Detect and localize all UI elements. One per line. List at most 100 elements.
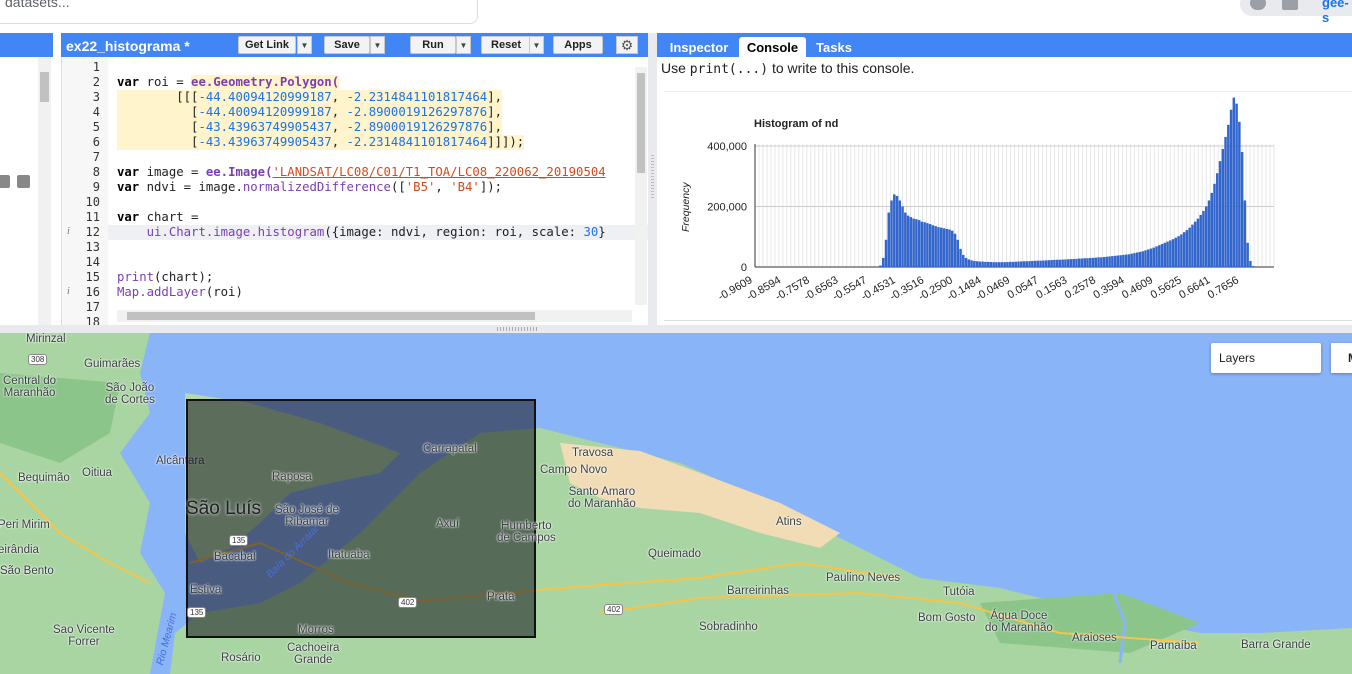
line-number-gutter: 1 2 3 4 5 6 7 8 9 10 11 12 13 14 15 16 1… — [62, 57, 108, 329]
histogram-bar — [956, 239, 960, 267]
histogram-bar — [1077, 258, 1081, 267]
histogram-bar — [923, 222, 926, 267]
map-splitter[interactable] — [0, 325, 1352, 333]
histogram-bar — [1006, 262, 1009, 267]
line-number: 13 — [85, 240, 100, 254]
histogram-bar — [1008, 261, 1012, 267]
scrollbar-thumb[interactable] — [40, 72, 49, 102]
edit-icon[interactable] — [0, 175, 10, 188]
histogram-bar — [901, 206, 904, 267]
chevron-down-icon[interactable]: ▼ — [370, 36, 385, 54]
line-number: 7 — [92, 150, 100, 164]
delete-icon[interactable] — [17, 175, 30, 188]
histogram-bar — [1196, 218, 1200, 267]
histogram-bar — [1210, 192, 1213, 267]
chevron-down-icon[interactable]: ▼ — [456, 36, 471, 54]
splitter-grip-icon[interactable] — [497, 327, 537, 331]
map-label: Campo Novo — [540, 464, 608, 476]
histogram-bar — [1169, 240, 1172, 267]
histogram-bar — [967, 259, 971, 267]
histogram-bar — [1147, 249, 1150, 267]
map-label: Barra Grande — [1241, 639, 1311, 651]
line-number: 15 — [85, 270, 100, 284]
road-badge: 308 — [28, 354, 48, 365]
histogram-bar — [1152, 247, 1156, 267]
histogram-bar — [1180, 234, 1183, 267]
histogram-bar — [895, 195, 899, 267]
code-line-5: [-43.43963749905437, -2.8900019126297876… — [117, 120, 502, 135]
splitter-grip-icon[interactable] — [651, 155, 654, 200]
histogram-bar — [1191, 224, 1194, 267]
apps-button[interactable]: Apps — [553, 36, 603, 54]
map-label: Atins — [776, 516, 802, 528]
code-line-15: print(chart); — [117, 270, 214, 284]
tab-inspector[interactable]: Inspector — [662, 37, 736, 57]
reset-button[interactable]: Reset — [481, 36, 531, 54]
histogram-bar — [1061, 259, 1064, 267]
histogram-bar — [1083, 258, 1087, 267]
chart-title: Histogram of nd — [754, 118, 838, 130]
run-button[interactable]: Run — [410, 36, 456, 54]
map-label: Bacabal — [214, 551, 256, 563]
histogram-bar — [904, 212, 907, 267]
scrollbar-thumb[interactable] — [127, 312, 535, 320]
map-label: Parnaíba — [1150, 640, 1197, 652]
map-label: Axuí — [436, 518, 460, 530]
scripts-scrollbar[interactable] — [38, 57, 51, 325]
chevron-down-icon[interactable]: ▼ — [297, 36, 312, 54]
tab-tasks[interactable]: Tasks — [809, 37, 859, 57]
histogram-bar — [926, 223, 929, 267]
histogram-bar — [951, 230, 954, 267]
line-number: 8 — [92, 165, 100, 179]
histogram-chart[interactable]: Histogram of nd Frequency 400,000 200,000 0-… — [664, 91, 1352, 321]
line-number: 11 — [85, 210, 100, 224]
search-input[interactable]: datasets... — [0, 0, 478, 24]
histogram-bar — [1235, 103, 1238, 268]
search-placeholder: datasets... — [5, 0, 70, 10]
code-editor[interactable]: 1 2 3 4 5 6 7 8 9 10 11 12 13 14 15 16 1… — [61, 57, 649, 329]
line-number: 9 — [92, 180, 100, 194]
histogram-bar — [1177, 236, 1180, 267]
layers-button[interactable]: Layers — [1211, 343, 1321, 373]
histogram-bar — [1155, 246, 1158, 267]
histogram-bar — [898, 200, 902, 267]
scrollbar-thumb[interactable] — [637, 73, 645, 173]
histogram-bar — [909, 217, 913, 267]
histogram-bar — [1160, 244, 1164, 267]
histogram-bar — [1158, 245, 1161, 267]
map-canvas[interactable]: Mirinzal Guimarães Central do Maranhão S… — [0, 333, 1352, 674]
histogram-bar — [964, 257, 968, 267]
histogram-bar — [1066, 259, 1070, 267]
map-label: Prata — [487, 591, 515, 603]
account-label[interactable]: gee-s — [1322, 0, 1352, 25]
histogram-bar — [1075, 258, 1078, 267]
get-link-button[interactable]: Get Link — [238, 36, 296, 54]
map-label: São Bento — [0, 565, 54, 577]
histogram-bar — [1221, 149, 1225, 267]
line-number: 3 — [92, 90, 100, 104]
line-number: 5 — [92, 120, 100, 134]
feedback-icon[interactable] — [1282, 0, 1298, 10]
x-tick-label: 0.6641 — [1177, 274, 1212, 301]
info-icon[interactable]: i — [67, 286, 70, 297]
map-label: Carrapatal — [423, 443, 477, 455]
histogram-bar — [1216, 173, 1219, 267]
tab-console[interactable]: Console — [739, 37, 806, 57]
info-icon[interactable]: i — [67, 226, 70, 237]
line-number: 2 — [92, 75, 100, 89]
map-label: São João de Cortes — [105, 382, 155, 406]
histogram-bar — [1100, 257, 1103, 267]
editor-horizontal-scrollbar[interactable] — [117, 310, 632, 322]
histogram-bar — [1072, 258, 1075, 267]
map-type-button[interactable]: M — [1331, 343, 1352, 373]
histogram-bar — [1130, 253, 1133, 267]
gear-icon[interactable]: ⚙ — [616, 36, 638, 54]
chevron-down-icon[interactable]: ▼ — [529, 36, 544, 54]
save-button[interactable]: Save — [324, 36, 370, 54]
editor-vertical-scrollbar[interactable] — [635, 67, 647, 305]
histogram-bar — [970, 260, 973, 267]
histogram-bar — [1141, 251, 1144, 267]
histogram-bar — [1116, 255, 1120, 267]
line-number: 17 — [85, 300, 100, 314]
histogram-bar — [1003, 262, 1006, 267]
